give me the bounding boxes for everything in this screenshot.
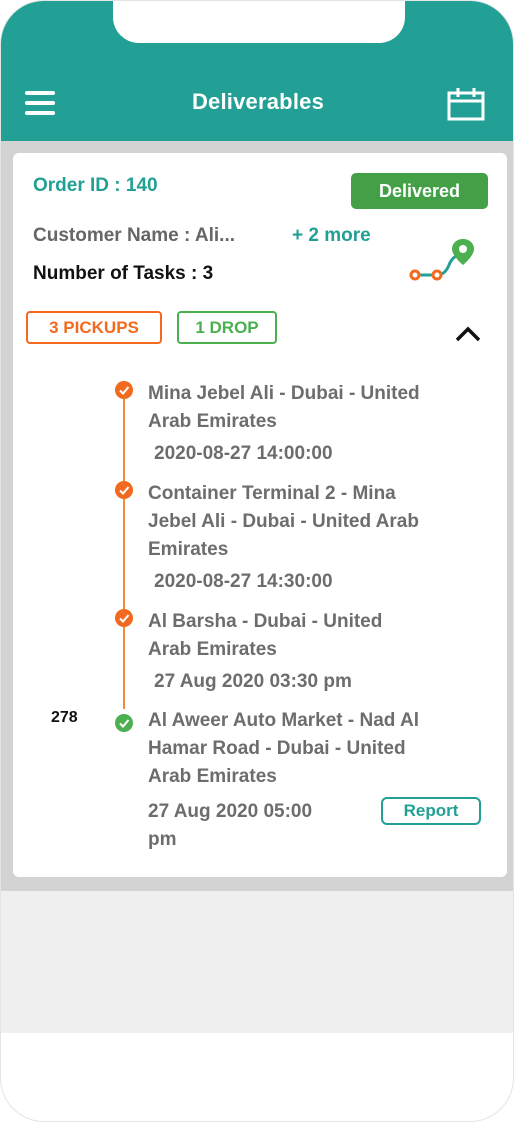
address-line: Mina Jebel Ali - Dubai - United	[148, 383, 420, 404]
stop-time: 27 Aug 2020 05:00 pm	[148, 798, 312, 854]
pickup-check-icon	[115, 381, 133, 399]
pickup-check-icon	[115, 481, 133, 499]
stop-number: 278	[51, 709, 78, 726]
address-line: Al Aweer Auto Market - Nad Al	[148, 710, 419, 731]
order-card[interactable]: Order ID : 140 Delivered Customer Name :…	[13, 153, 507, 877]
address-line: Arab Emirates	[148, 411, 277, 432]
time-line: pm	[148, 829, 177, 850]
stop-time: 27 Aug 2020 03:30 pm	[154, 671, 352, 692]
timeline-connector	[123, 391, 125, 709]
drop-check-icon	[115, 714, 133, 732]
pickup-check-icon	[115, 609, 133, 627]
time-line: 27 Aug 2020 05:00	[148, 801, 313, 822]
status-badge: Delivered	[351, 173, 488, 209]
app-header: Deliverables	[1, 1, 513, 141]
drop-tag: 1 DROP	[177, 311, 277, 344]
empty-area	[1, 891, 513, 1033]
stop-address: Al Aweer Auto Market - Nad Al Hamar Road…	[148, 707, 488, 791]
more-customers-link[interactable]: + 2 more	[292, 225, 371, 247]
chevron-up-icon[interactable]	[453, 323, 483, 345]
address-line: Arab Emirates	[148, 766, 277, 787]
stop-address: Container Terminal 2 - Mina Jebel Ali - …	[148, 480, 488, 564]
address-line: Hamar Road - Dubai - United	[148, 738, 406, 759]
pickups-tag: 3 PICKUPS	[26, 311, 162, 344]
phone-frame: Deliverables Order ID : 140 Delivered Cu…	[0, 0, 514, 1122]
address-line: Emirates	[148, 539, 229, 560]
address-line: Container Terminal 2 - Mina	[148, 483, 396, 504]
device-notch	[113, 1, 405, 43]
tasks-count: Number of Tasks : 3	[33, 263, 214, 284]
stop-address: Mina Jebel Ali - Dubai - United Arab Emi…	[148, 380, 488, 436]
customer-name: Customer Name : Ali...	[33, 225, 236, 246]
calendar-icon[interactable]	[447, 87, 485, 121]
page-title: Deliverables	[191, 89, 325, 114]
stop-time: 2020-08-27 14:00:00	[154, 443, 333, 464]
address-line: Jebel Ali - Dubai - United Arab	[148, 511, 419, 532]
stop-address: Al Barsha - Dubai - United Arab Emirates	[148, 608, 488, 664]
order-id: Order ID : 140	[33, 175, 158, 196]
report-button[interactable]: Report	[381, 797, 481, 825]
route-map-pin-icon[interactable]	[407, 235, 477, 285]
stop-time: 2020-08-27 14:30:00	[154, 571, 333, 592]
address-line: Al Barsha - Dubai - United	[148, 611, 383, 632]
address-line: Arab Emirates	[148, 639, 277, 660]
